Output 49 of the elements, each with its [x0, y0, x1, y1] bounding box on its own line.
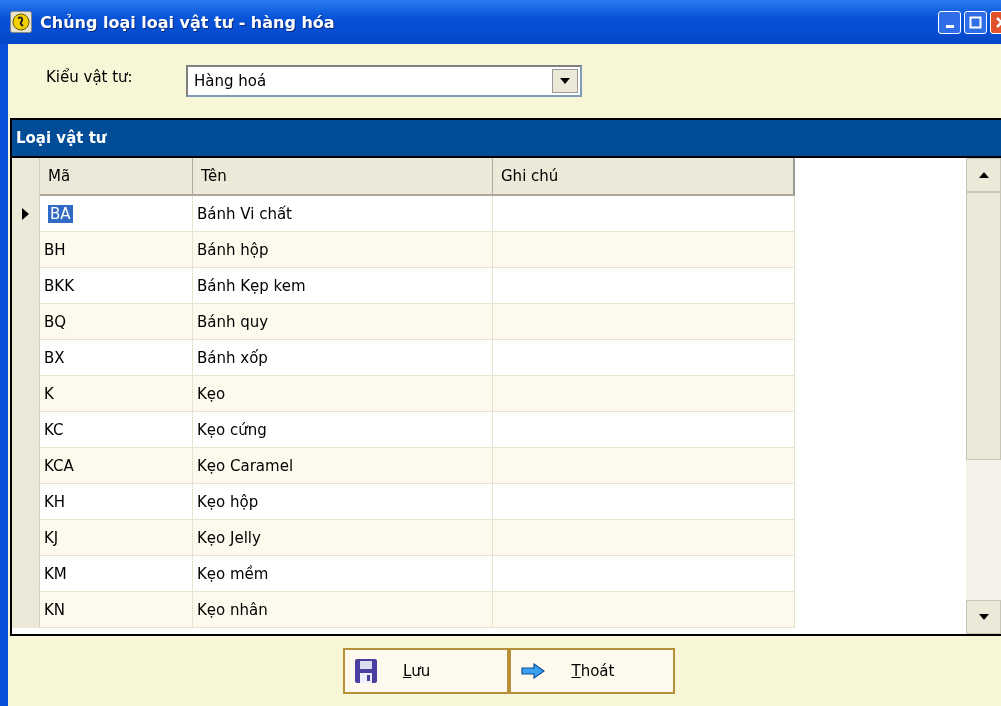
table-cell: Kẹo cứng [193, 412, 493, 448]
dropdown-button[interactable] [552, 69, 578, 93]
table-cell: Bánh Kẹp kem [193, 268, 493, 304]
down-arrow-icon [978, 614, 989, 620]
table-cell: KC [40, 412, 193, 448]
column-header[interactable]: Mã [40, 158, 193, 196]
column-header[interactable]: Ghi chú [493, 158, 795, 196]
table-cell: Bánh Vi chất [193, 196, 493, 232]
table-cell: Kẹo Jelly [193, 520, 493, 556]
minimize-button[interactable] [938, 10, 961, 34]
table-cell: Kẹo Caramel [193, 448, 493, 484]
table-cell: Bánh hộp [193, 232, 493, 268]
table-cell: BKK [40, 268, 193, 304]
table-cell: KN [40, 592, 193, 628]
maximize-button[interactable] [964, 10, 987, 34]
scroll-thumb[interactable] [966, 192, 1001, 460]
window-title: Chủng loại loại vật tư - hàng hóa [40, 12, 336, 32]
table-cell: BA [40, 196, 193, 232]
caret-icon [560, 78, 570, 84]
minimize-icon [945, 24, 954, 28]
grid-caption: Loại vật tư [12, 120, 1001, 158]
table-cell: KH [40, 484, 193, 520]
table-cell: Kẹo [193, 376, 493, 412]
exit-button[interactable]: Thoát [509, 648, 675, 694]
current-row-icon [22, 207, 29, 220]
save-button[interactable]: Lưu [343, 648, 510, 694]
table-cell: K [40, 376, 193, 412]
table-cell: BX [40, 340, 193, 376]
table-cell: Kẹo mềm [193, 556, 493, 592]
field-label: Kiểu vật tư: [46, 68, 134, 86]
table-cell: Bánh xốp [193, 340, 493, 376]
table-cell: Kẹo hộp [193, 484, 493, 520]
type-dropdown[interactable]: Hàng hoá [186, 65, 582, 97]
table-cell: BQ [40, 304, 193, 340]
scroll-down-button[interactable] [966, 600, 1001, 634]
column-header[interactable]: Tên [193, 158, 493, 196]
app-icon [10, 11, 32, 33]
table-cell: BH [40, 232, 193, 268]
table-cell: KCA [40, 448, 193, 484]
scroll-up-button[interactable] [966, 158, 1001, 192]
table-cell: KM [40, 556, 193, 592]
table-cell: KJ [40, 520, 193, 556]
row-header [12, 158, 40, 196]
table-cell: Bánh quy [193, 304, 493, 340]
row-selector[interactable] [12, 196, 40, 232]
up-arrow-icon [978, 172, 989, 178]
table-cell: Kẹo nhân [193, 592, 493, 628]
vertical-scrollbar[interactable] [966, 158, 1001, 634]
right-arrow-icon [521, 663, 546, 679]
